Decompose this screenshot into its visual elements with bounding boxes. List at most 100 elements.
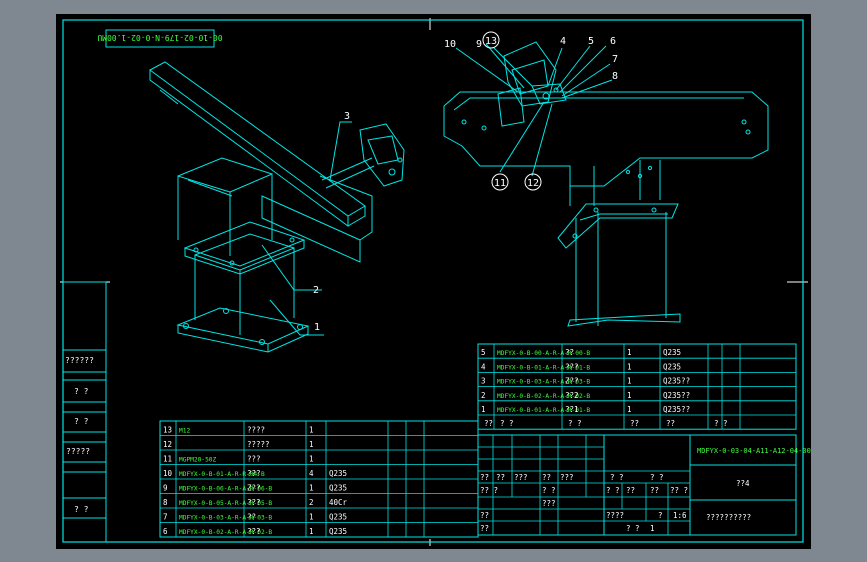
bom-cell-qty: 4 [309, 469, 314, 478]
tb-cell: ?? [480, 524, 489, 533]
bom-cell-name: Z?? [565, 377, 579, 386]
bom-header-cell: ?? [666, 419, 675, 428]
bom-cell-qty: 1 [627, 391, 632, 400]
tb-cell: ?? ? [480, 486, 498, 495]
callout-12: 12 [527, 178, 539, 189]
tb-cell: 1 [650, 524, 655, 533]
bom-header-cell: ? ? [500, 419, 514, 428]
tb-cell: ? ? [606, 486, 620, 495]
title-stamp-text: 00-10-02-179-N-0-02-1.00MU [97, 33, 222, 42]
callout-7: 7 [612, 54, 618, 65]
bom-cell-code: MDFYX-0-B-03-A-R-A-R-03-B [179, 515, 272, 522]
bom-cell-name: ??? [247, 469, 261, 478]
callout-6: 6 [610, 36, 616, 47]
bom-cell-no: 1 [481, 405, 486, 414]
bom-cell-qty: 2 [309, 498, 314, 507]
bom-cell-qty: 1 [627, 377, 632, 386]
bom-cell-name: ??? [565, 362, 579, 371]
bom-cell-qty: 1 [309, 455, 314, 464]
tb-cell: ?? [496, 473, 505, 482]
bom-header-cell: ? ? [714, 419, 728, 428]
bom-cell-code: MGPM20-50Z [179, 457, 217, 464]
bom-header-cell: ?? [484, 419, 493, 428]
tb-cell: ?? [542, 473, 551, 482]
callout-4: 4 [560, 36, 566, 47]
bom-cell-no: 9 [163, 484, 168, 493]
bom-cell-mat: Q235?? [663, 405, 690, 414]
bom-cell-mat: Q235?? [663, 391, 690, 400]
tb-cell: ?? [480, 473, 489, 482]
tb-cell: ? ? [626, 524, 640, 533]
bom-cell-qty: 1 [309, 426, 314, 435]
drawing-number: MDFYX-0-03-04-A11-A12-04-00 [697, 447, 811, 455]
bom-cell-qty: 1 [627, 348, 632, 357]
strip-label: ? ? [74, 417, 89, 426]
bom-cell-name: ???? [247, 426, 265, 435]
bom-cell-name: ??1 [565, 405, 579, 414]
callout-9: 9 [476, 39, 482, 50]
bom-cell-mat: Q235?? [663, 377, 690, 386]
callout-1: 1 [314, 322, 320, 333]
bom-header-cell: ? ? [568, 419, 582, 428]
bom-cell-qty: 1 [309, 484, 314, 493]
bom-cell-no: 3 [481, 377, 486, 386]
bom-cell-code: MDFYX-0-B-00-A-R-A-R-00-B [497, 350, 590, 357]
bom-cell-no: 5 [481, 348, 486, 357]
callout-2: 2 [313, 285, 319, 296]
bom-cell-qty: 1 [309, 440, 314, 449]
tb-cell: 1:6 [673, 511, 687, 520]
bom-cell-mat: Q235 [663, 362, 681, 371]
tb-cell: ? ? [650, 473, 664, 482]
callout-5: 5 [588, 36, 594, 47]
bom-cell-no: 10 [163, 469, 173, 478]
tb-cell: ?? [650, 486, 659, 495]
bom-cell-no: 7 [163, 513, 168, 522]
tb-cell: ? [658, 511, 663, 520]
bom-cell-name: ????? [247, 440, 270, 449]
tb-cell: ???? [606, 511, 624, 520]
tb-cell: ?? ? [670, 486, 688, 495]
tb-cell: ??? [514, 473, 528, 482]
bom-cell-name: ??2 [565, 391, 579, 400]
bom-cell-name: ??? [247, 455, 261, 464]
bom-cell-code: M12 [179, 428, 190, 435]
bom-cell-mat: Q235 [663, 348, 681, 357]
tb-cell: ?? [480, 511, 489, 520]
strip-label: ????? [66, 447, 90, 456]
bom-cell-name: Z?? [247, 484, 261, 493]
bom-cell-qty: 1 [627, 362, 632, 371]
bom-cell-no: 2 [481, 391, 486, 400]
bom-cell-mat: Q235 [329, 527, 347, 536]
bom-cell-mat: Q235 [329, 469, 347, 478]
strip-label: ? ? [74, 505, 89, 514]
part-name: ??4 [736, 479, 750, 488]
bom-cell-no: 13 [163, 426, 172, 435]
callout-11: 11 [494, 178, 506, 189]
tb-cell: ? ? [542, 486, 556, 495]
tb-cell: ?? [626, 486, 635, 495]
bom-cell-qty: 1 [309, 527, 314, 536]
cad-drawing-sheet: 00-10-02-179-N-0-02-1.00MU 3 2 1 10 9 13… [56, 14, 811, 549]
bom-cell-no: 8 [163, 498, 168, 507]
bom-cell-qty: 1 [309, 513, 314, 522]
bom-cell-mat: Q235 [329, 513, 347, 522]
bom-cell-qty: 1 [627, 405, 632, 414]
callout-8: 8 [612, 71, 618, 82]
bom-cell-no: 11 [163, 455, 172, 464]
tb-cell: ??? [560, 473, 574, 482]
bom-cell-name: ?? [247, 513, 256, 522]
bom-cell-mat: 40Cr [329, 498, 348, 507]
bom-cell-no: 6 [163, 527, 168, 536]
callout-3: 3 [344, 111, 350, 122]
bom-cell-name: ??? [247, 527, 261, 536]
bom-cell-no: 4 [481, 362, 486, 371]
bom-cell-name: ??? [247, 498, 261, 507]
strip-label: ? ? [74, 387, 89, 396]
tb-cell: ??? [542, 499, 556, 508]
strip-label: ?????? [65, 356, 94, 365]
callout-10: 10 [444, 39, 456, 50]
company-name: ?????????? [706, 513, 751, 522]
bom-cell-mat: Q235 [329, 484, 347, 493]
callout-13: 13 [485, 36, 497, 47]
bom-header-cell: ?? [630, 419, 639, 428]
